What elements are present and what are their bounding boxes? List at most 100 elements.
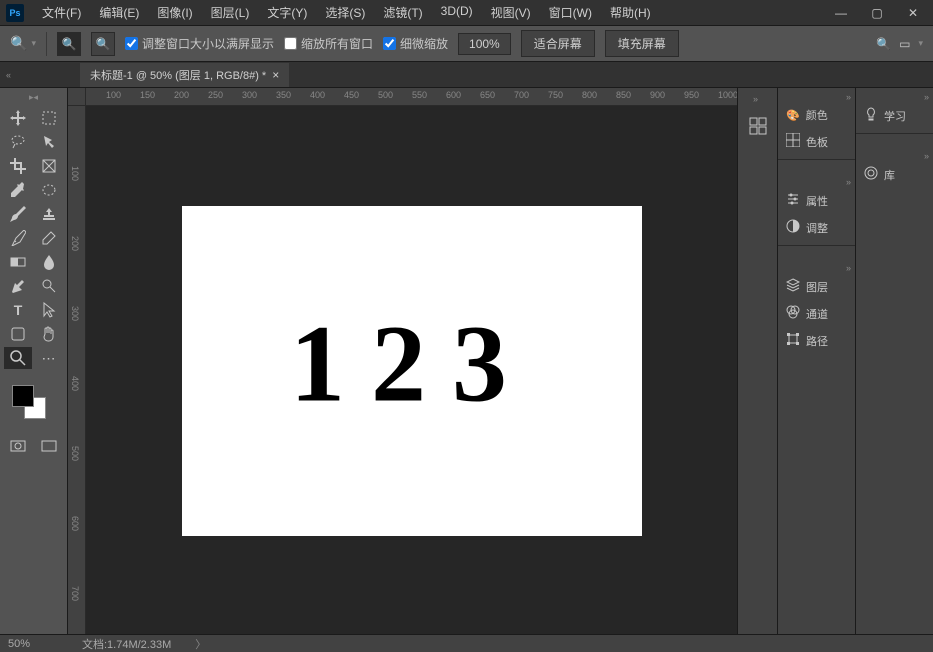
collapse-right-icon[interactable]: » — [924, 151, 929, 161]
window-controls: — ▢ ✕ — [827, 3, 927, 23]
edit-toolbar-button[interactable]: ⋯ — [35, 347, 63, 369]
viewport[interactable]: 123 — [86, 106, 737, 634]
eraser-tool[interactable] — [35, 227, 63, 249]
menu-filter[interactable]: 滤镜(T) — [375, 0, 430, 25]
collapse-right-icon[interactable]: » — [846, 92, 851, 102]
quick-select-tool[interactable] — [35, 131, 63, 153]
collapse-right-icon[interactable]: » — [846, 177, 851, 187]
panel-layers[interactable]: 图层 — [778, 273, 855, 300]
menu-image[interactable]: 图像(I) — [149, 0, 200, 25]
close-button[interactable]: ✕ — [899, 3, 927, 23]
panel-adjustments[interactable]: 调整 — [778, 214, 855, 241]
brush-tool[interactable] — [4, 203, 32, 225]
ruler-vertical[interactable]: 100200300400500600700 — [68, 106, 86, 634]
grid-icon — [786, 133, 800, 150]
workspace-icon[interactable]: ▭ — [899, 37, 910, 51]
resize-to-fit-checkbox[interactable] — [125, 37, 138, 50]
gradient-tool[interactable] — [4, 251, 32, 273]
clone-stamp-tool[interactable] — [35, 203, 63, 225]
scrubby-zoom-check[interactable]: 细微缩放 — [383, 35, 448, 52]
dodge-tool[interactable] — [35, 275, 63, 297]
panel-learn[interactable]: 学习 — [856, 102, 933, 129]
menu-select[interactable]: 选择(S) — [317, 0, 373, 25]
fill-screen-button[interactable]: 填充屏幕 — [605, 30, 679, 57]
collapse-right-icon[interactable]: » — [753, 94, 758, 104]
tool-indicator[interactable]: 🔍 ▾ — [10, 35, 36, 52]
path-select-tool[interactable] — [35, 299, 63, 321]
crop-tool[interactable] — [4, 155, 32, 177]
zoom-all-windows-checkbox[interactable] — [284, 37, 297, 50]
panel-library[interactable]: 库 — [856, 161, 933, 188]
fit-screen-button[interactable]: 适合屏幕 — [521, 30, 595, 57]
panel-color[interactable]: 🎨 颜色 — [778, 102, 855, 128]
panel-channels[interactable]: 通道 — [778, 300, 855, 327]
zoom-out-button[interactable]: 🔍 — [91, 32, 115, 56]
lasso-tool[interactable] — [4, 131, 32, 153]
zoom-value-field[interactable]: 100% — [458, 33, 511, 55]
type-tool[interactable]: T — [4, 299, 32, 321]
menu-layer[interactable]: 图层(L) — [203, 0, 258, 25]
menu-help[interactable]: 帮助(H) — [602, 0, 659, 25]
color-swatches[interactable] — [4, 385, 63, 425]
chevron-down-icon: ▾ — [31, 38, 36, 49]
move-tool[interactable] — [4, 107, 32, 129]
collapse-left-icon[interactable]: « — [6, 70, 11, 80]
status-flyout-icon[interactable]: 〉 — [195, 636, 206, 652]
screen-mode-button[interactable] — [36, 435, 64, 457]
canvas-content: 123 — [290, 301, 533, 428]
pen-tool[interactable] — [4, 275, 32, 297]
foreground-color[interactable] — [12, 385, 34, 407]
quick-mask-button[interactable] — [4, 435, 32, 457]
sliders-icon — [786, 192, 800, 209]
status-zoom[interactable]: 50% — [8, 638, 58, 650]
main-area: ▸◂ T ⋯ — [0, 88, 933, 634]
shape-tool[interactable] — [4, 323, 32, 345]
maximize-button[interactable]: ▢ — [863, 3, 891, 23]
status-doc[interactable]: 文档:1.74M/2.33M — [82, 636, 171, 652]
document-tab[interactable]: 未标题-1 @ 50% (图层 1, RGB/8#) * × — [80, 63, 289, 87]
circle-half-icon — [786, 219, 800, 236]
panel-label: 颜色 — [806, 107, 828, 123]
eyedropper-tool[interactable] — [4, 179, 32, 201]
panel-properties[interactable]: 属性 — [778, 187, 855, 214]
panel-label: 学习 — [884, 108, 906, 124]
minimize-button[interactable]: — — [827, 3, 855, 23]
menu-edit[interactable]: 编辑(E) — [91, 0, 147, 25]
panel-group-center: » 🎨 颜色 色板 » 属性 调整 » 图层 通道 — [777, 88, 855, 634]
menu-window[interactable]: 窗口(W) — [541, 0, 600, 25]
menu-view[interactable]: 视图(V) — [483, 0, 539, 25]
frame-tool[interactable] — [35, 155, 63, 177]
search-icon[interactable]: 🔍 — [876, 37, 891, 51]
panel-label: 色板 — [806, 134, 828, 150]
zoom-tool-icon: 🔍 — [10, 35, 27, 52]
zoom-in-button[interactable]: 🔍 — [57, 32, 81, 56]
zoom-all-windows-check[interactable]: 缩放所有窗口 — [284, 35, 373, 52]
menu-type[interactable]: 文字(Y) — [259, 0, 315, 25]
divider — [46, 32, 47, 56]
patch-tool[interactable] — [35, 179, 63, 201]
hand-tool[interactable] — [35, 323, 63, 345]
ruler-horizontal[interactable]: 1001502002503003504004505005506006507007… — [86, 88, 737, 106]
history-brush-tool[interactable] — [4, 227, 32, 249]
blur-tool[interactable] — [35, 251, 63, 273]
ps-logo: Ps — [6, 4, 24, 22]
collapse-right-icon[interactable]: » — [846, 263, 851, 273]
toolbox: ▸◂ T ⋯ — [0, 88, 68, 634]
menu-file[interactable]: 文件(F) — [34, 0, 89, 25]
marquee-tool[interactable] — [35, 107, 63, 129]
close-tab-icon[interactable]: × — [272, 68, 279, 82]
scrubby-zoom-checkbox[interactable] — [383, 37, 396, 50]
resize-to-fit-check[interactable]: 调整窗口大小以满屏显示 — [125, 35, 274, 52]
canvas[interactable]: 123 — [182, 206, 642, 536]
status-bar: 50% 文档:1.74M/2.33M 〉 — [0, 634, 933, 652]
zoom-tool[interactable] — [4, 347, 32, 369]
ruler-corner — [68, 88, 86, 106]
panel-label: 调整 — [806, 220, 828, 236]
panel-swatches[interactable]: 色板 — [778, 128, 855, 155]
collapse-right-icon[interactable]: » — [924, 92, 929, 102]
panel-shortcut-icon[interactable] — [746, 114, 770, 138]
toolbox-collapse-icon[interactable]: ▸◂ — [29, 92, 38, 103]
menu-3d[interactable]: 3D(D) — [433, 0, 481, 25]
panel-paths[interactable]: 路径 — [778, 327, 855, 354]
zoom-out-icon: 🔍 — [95, 37, 110, 51]
